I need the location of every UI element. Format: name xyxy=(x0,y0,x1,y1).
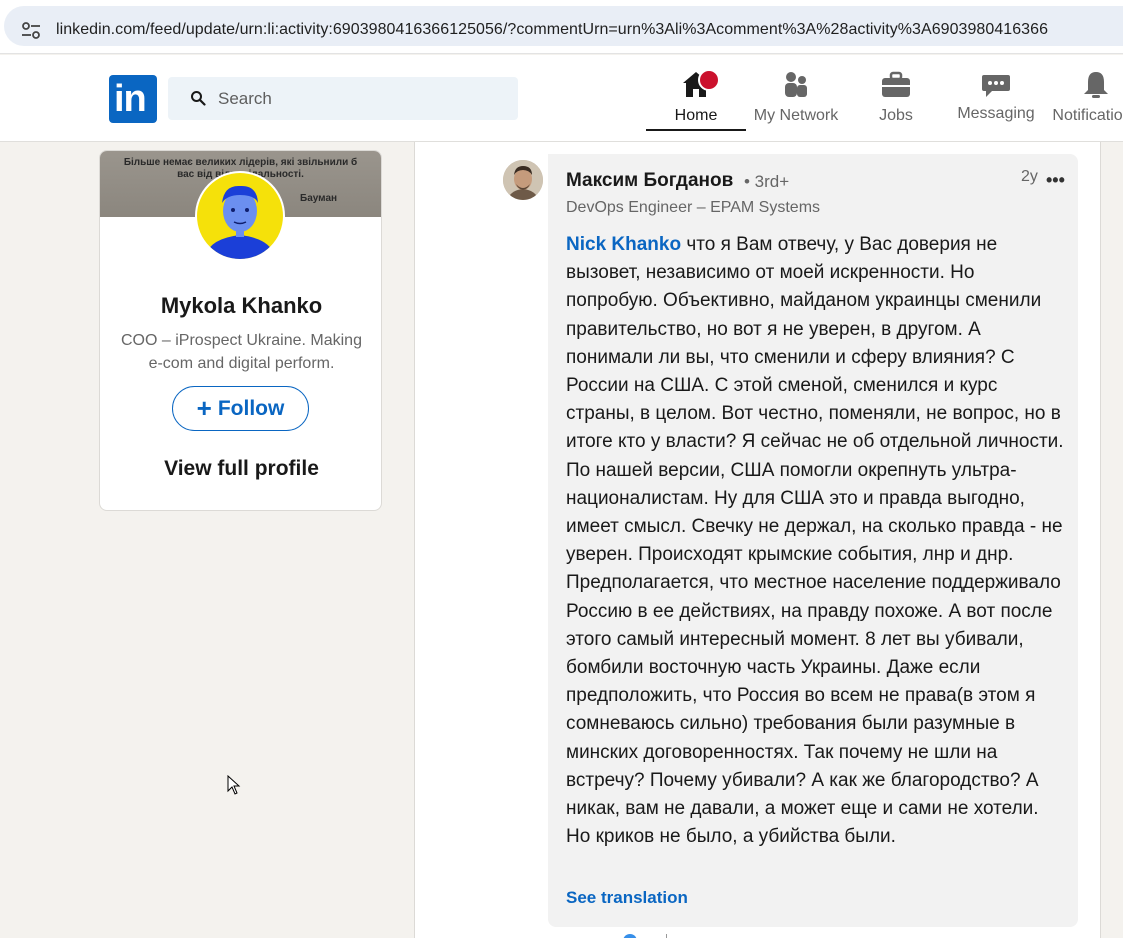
nav-my-network[interactable]: My Network xyxy=(746,69,846,141)
more-options-icon[interactable]: ••• xyxy=(1046,170,1065,191)
avatar-illustration xyxy=(197,173,283,259)
comment-bubble: Максим Богданов • 3rd+ 2y ••• DevOps Eng… xyxy=(548,154,1078,927)
profile-avatar[interactable] xyxy=(195,171,285,261)
post-column: Максим Богданов • 3rd+ 2y ••• DevOps Eng… xyxy=(414,142,1101,938)
briefcase-icon xyxy=(882,71,910,97)
nav-my-network-label: My Network xyxy=(753,107,839,124)
profile-headline: COO – iProspect Ukraine. Making e-com an… xyxy=(121,332,362,372)
commenter-title: DevOps Engineer – EPAM Systems xyxy=(566,199,821,216)
nav-home[interactable]: Home xyxy=(646,69,746,131)
see-translation-link[interactable]: See translation xyxy=(566,888,688,908)
mention-link[interactable]: Nick Khanko xyxy=(566,234,681,255)
comment-time: 2y xyxy=(1021,168,1038,185)
nav-notifications-label: Notifications xyxy=(1052,107,1123,124)
follow-button[interactable]: + Follow xyxy=(172,386,309,431)
follow-label: Follow xyxy=(217,396,285,420)
profile-card: Більше немає великих лідерів, які звільн… xyxy=(99,150,382,511)
nav-jobs[interactable]: Jobs xyxy=(846,69,946,141)
address-url[interactable]: linkedin.com/feed/update/urn:li:activity… xyxy=(56,21,1123,39)
commenter-avatar[interactable] xyxy=(503,160,543,200)
people-icon xyxy=(785,72,807,97)
reaction-icon[interactable] xyxy=(623,934,637,938)
chat-icon xyxy=(982,75,1010,97)
profile-name[interactable]: Mykola Khanko xyxy=(100,293,381,319)
search-input[interactable] xyxy=(218,85,498,113)
browser-address-bar: linkedin.com/feed/update/urn:li:activity… xyxy=(0,0,1123,54)
comment-text: Nick Khanko что я Вам отвечу, у Вас дове… xyxy=(566,231,1064,851)
mouse-cursor-icon xyxy=(227,775,241,795)
nav-messaging[interactable]: Messaging xyxy=(946,69,1046,141)
comment-body: что я Вам отвечу, у Вас доверия не вызов… xyxy=(566,234,1064,848)
banner-author: Бауман xyxy=(300,193,338,204)
reaction-divider xyxy=(666,934,667,938)
notification-badge xyxy=(698,69,720,91)
linkedin-top-nav: in Home My Network Jobs xyxy=(0,55,1123,142)
nav-jobs-label: Jobs xyxy=(879,107,913,124)
bell-icon xyxy=(1084,72,1108,98)
linkedin-logo[interactable]: in xyxy=(109,75,157,123)
search-icon xyxy=(191,91,206,106)
logo-text: in xyxy=(114,78,147,120)
nav-messaging-label: Messaging xyxy=(957,105,1035,122)
nav-home-label: Home xyxy=(674,107,718,124)
site-settings-icon[interactable] xyxy=(20,21,42,41)
commenter-name[interactable]: Максим Богданов xyxy=(566,170,733,192)
view-full-profile-link[interactable]: View full profile xyxy=(100,457,381,481)
commenter-photo xyxy=(503,160,543,200)
search-box[interactable] xyxy=(168,77,518,120)
nav-notifications[interactable]: Notifications xyxy=(1046,69,1123,141)
address-field[interactable]: linkedin.com/feed/update/urn:li:activity… xyxy=(4,6,1123,46)
connection-degree: • 3rd+ xyxy=(744,172,790,191)
plus-icon: + xyxy=(196,392,212,423)
